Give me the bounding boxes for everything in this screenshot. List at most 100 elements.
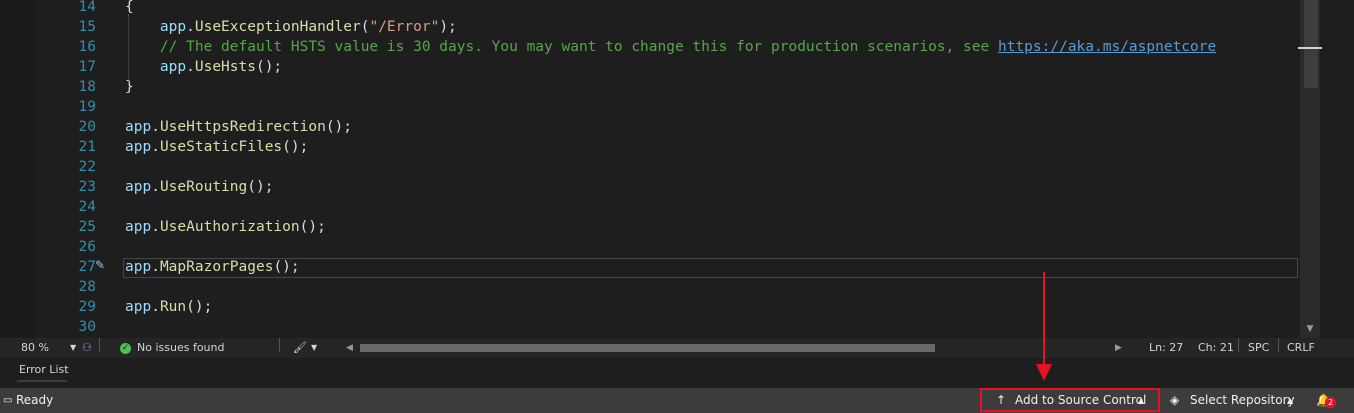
add-to-source-control-label: Add to Source Control [1015, 393, 1147, 407]
line-number: 26 [78, 239, 96, 255]
line-number: 16 [78, 39, 96, 55]
status-bar: ▭ Ready ↑ Add to Source Control ▲ ◈ Sele… [0, 388, 1354, 413]
code-token: (); [255, 59, 283, 75]
issues-status[interactable]: No issues found [137, 338, 224, 358]
code-line[interactable]: app.UseRouting(); [125, 177, 273, 197]
code-line[interactable]: app.UseAuthorization(); [125, 217, 326, 237]
vertical-scrollbar-thumb[interactable] [1304, 0, 1318, 88]
line-number: 21 [78, 139, 96, 155]
line-number: 19 [78, 99, 96, 115]
code-token: . [186, 59, 195, 75]
code-token: . [151, 139, 160, 155]
code-token: UseAuthorization [159, 219, 300, 235]
line-number: 20 [78, 119, 96, 135]
code-line[interactable]: app.Run(); [125, 297, 212, 317]
code-token: UseHttpsRedirection [159, 119, 326, 135]
add-to-source-control-button[interactable]: ↑ Add to Source Control ▲ [980, 388, 1160, 412]
code-token: app [125, 299, 152, 315]
divider [1278, 338, 1279, 352]
code-token: "/Error" [369, 19, 440, 35]
up-arrow-icon: ↑ [996, 393, 1007, 407]
tab-error-list[interactable]: Error List [19, 363, 69, 377]
divider [279, 338, 280, 352]
indent-guide [128, 14, 129, 86]
line-number: 24 [78, 199, 96, 215]
select-repository-button[interactable]: Select Repository [1190, 388, 1295, 413]
horizontal-scrollbar-thumb[interactable] [360, 344, 935, 352]
annotation-arrow-shaft [1043, 272, 1045, 366]
code-line[interactable]: } [125, 77, 134, 97]
whitespace-indicator[interactable]: SPC [1248, 338, 1269, 358]
scroll-left-arrow-icon[interactable]: ◀ [346, 338, 353, 358]
editor-margin [0, 0, 34, 338]
code-line[interactable]: app.UseHttpsRedirection(); [125, 117, 352, 137]
zoom-dropdown-icon[interactable]: ▼ [70, 338, 76, 358]
code-token: (); [299, 219, 326, 235]
no-issues-check-icon[interactable]: ✓ [120, 338, 131, 358]
git-repository-icon[interactable]: ◈ [1170, 388, 1179, 413]
line-number: 17 [78, 59, 96, 75]
code-link[interactable]: https://aka.ms/aspnetcore [998, 39, 1216, 55]
line-number: 28 [78, 279, 96, 295]
code-line[interactable]: // The default HSTS value is 30 days. Yo… [125, 37, 1216, 57]
code-token: UseRouting [159, 179, 248, 195]
code-token: UseHsts [194, 59, 256, 75]
line-number: 23 [78, 179, 96, 195]
code-token: // The default HSTS value is 30 days. Yo… [159, 39, 998, 55]
code-line[interactable]: { [125, 0, 134, 17]
tool-window-tabs: Error List [0, 358, 1354, 388]
editor-status-strip: 80 % ▼ ⚇ ✓ No issues found 🖌 ▼ ◀ ▶ Ln: 2… [0, 338, 1354, 358]
code-token: (); [247, 179, 274, 195]
code-token: Run [159, 299, 187, 315]
column-indicator[interactable]: Ch: 21 [1198, 338, 1234, 358]
code-token: (); [325, 119, 353, 135]
code-token: ); [439, 19, 457, 35]
status-ready-text: Ready [16, 393, 54, 407]
code-token: . [186, 19, 195, 35]
code-editor[interactable]: 14 15 16 17 18 19 20 21 22 23 24 25 26 27 28 29 30 { app… [0, 0, 1354, 338]
line-number: 15 [78, 19, 96, 35]
code-line[interactable]: app.UseStaticFiles(); [125, 137, 308, 157]
code-token: } [125, 79, 134, 95]
code-token: . [151, 119, 160, 135]
line-number: 27 [78, 259, 96, 275]
caret-up-icon: ▲ [1138, 396, 1145, 405]
annotation-arrow-head [1036, 364, 1052, 381]
code-token: UseStaticFiles [159, 139, 283, 155]
edit-pencil-icon[interactable]: ✎ [95, 258, 105, 272]
code-line[interactable]: app.UseExceptionHandler("/Error"); [125, 17, 457, 37]
line-number: 18 [78, 79, 96, 95]
line-number: 22 [78, 159, 96, 175]
scroll-right-arrow-icon[interactable]: ▶ [1115, 338, 1122, 358]
line-number: 30 [78, 319, 96, 335]
line-number: 29 [78, 299, 96, 315]
divider [99, 338, 100, 352]
scrollbar-caret-marker [1298, 47, 1322, 49]
divider [1238, 338, 1239, 352]
code-token: UseExceptionHandler [194, 19, 361, 35]
code-token: (); [282, 139, 309, 155]
code-token: . [151, 299, 160, 315]
notification-badge[interactable]: 2 [1325, 397, 1336, 408]
code-token: app [125, 179, 152, 195]
code-token: . [151, 179, 160, 195]
code-token: { [125, 0, 134, 15]
line-number: 14 [78, 0, 96, 15]
code-line[interactable]: app.UseHsts(); [125, 57, 282, 77]
zoom-level[interactable]: 80 % [21, 338, 49, 358]
code-token: (); [186, 299, 213, 315]
copilot-icon[interactable]: ⚇ [82, 338, 92, 358]
current-line-highlight [123, 258, 1298, 278]
cleanup-dropdown-icon[interactable]: ▼ [311, 338, 317, 358]
code-token: app [125, 119, 152, 135]
line-ending-indicator[interactable]: CRLF [1287, 338, 1315, 358]
line-indicator[interactable]: Ln: 27 [1149, 338, 1183, 358]
scroll-down-arrow-icon[interactable]: ▼ [1303, 322, 1317, 336]
code-cleanup-brush-icon[interactable]: 🖌 [293, 338, 307, 358]
code-token: app [125, 219, 152, 235]
caret-up-icon[interactable]: ▲ [1287, 388, 1293, 413]
status-ready-icon: ▭ [3, 395, 13, 406]
tab-underline [17, 380, 67, 382]
